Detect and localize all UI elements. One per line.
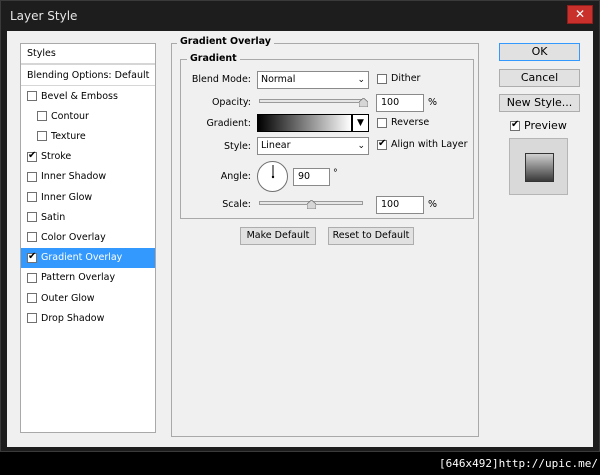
style-item-label: Drop Shadow [41, 312, 105, 324]
opacity-slider[interactable] [259, 99, 363, 103]
chevron-down-icon: ⌄ [357, 141, 365, 151]
style-item-checkbox[interactable] [27, 171, 37, 182]
close-button[interactable]: ✕ [567, 5, 593, 24]
style-item-drop-shadow[interactable]: Drop Shadow [21, 308, 155, 328]
style-item-pattern-overlay[interactable]: Pattern Overlay [21, 268, 155, 288]
ok-button[interactable]: OK [499, 43, 580, 61]
blend-mode-select[interactable]: Normal ⌄ [257, 71, 369, 89]
angle-indicator-icon [271, 165, 275, 179]
blend-mode-value: Normal [261, 74, 296, 85]
style-item-bevel-emboss[interactable]: Bevel & Emboss [21, 86, 155, 106]
dither-checkbox-box[interactable] [377, 73, 387, 84]
style-item-texture[interactable]: Texture [21, 126, 155, 146]
style-item-satin[interactable]: Satin [21, 207, 155, 227]
style-item-checkbox[interactable] [27, 293, 37, 303]
preview-label: Preview [524, 119, 567, 132]
style-item-inner-shadow[interactable]: Inner Shadow [21, 167, 155, 187]
new-style-button[interactable]: New Style... [499, 94, 580, 112]
style-item-label: Bevel & Emboss [41, 90, 118, 102]
gradient-swatch[interactable] [257, 114, 352, 132]
reset-to-default-button[interactable]: Reset to Default [328, 227, 414, 245]
style-item-label: Inner Glow [41, 191, 93, 203]
style-item-label: Contour [51, 110, 89, 122]
style-item-label: Pattern Overlay [41, 272, 116, 284]
style-item-label: Gradient Overlay [41, 252, 123, 264]
style-item-label: Texture [51, 130, 86, 142]
angle-input[interactable]: 90 [293, 168, 330, 186]
styles-header[interactable]: Styles [21, 44, 155, 64]
style-item-checkbox[interactable] [37, 111, 47, 122]
style-item-label: Color Overlay [41, 231, 106, 243]
style-item-checkbox[interactable] [27, 232, 37, 243]
style-value: Linear [261, 140, 291, 151]
style-select[interactable]: Linear ⌄ [257, 137, 369, 155]
style-item-checkbox[interactable] [27, 313, 37, 324]
scale-label: Scale: [222, 199, 251, 210]
style-item-color-overlay[interactable]: Color Overlay [21, 227, 155, 247]
style-item-checkbox[interactable] [27, 192, 37, 202]
scale-unit: % [428, 199, 438, 210]
watermark-text: [646x492]http://upic.me/ [439, 457, 598, 470]
gradient-subgroup-title: Gradient [187, 53, 240, 64]
align-with-layer-label: Align with Layer [391, 139, 468, 150]
reverse-checkbox[interactable]: Reverse [377, 117, 429, 128]
style-item-gradient-overlay[interactable]: Gradient Overlay [21, 247, 155, 268]
style-item-label: Stroke [41, 151, 72, 163]
footer-bar: [646x492]http://upic.me/ [0, 452, 600, 475]
style-item-contour[interactable]: Contour [21, 106, 155, 126]
preview-thumbnail [509, 138, 568, 195]
title-bar[interactable]: Layer Style ✕ [1, 1, 599, 31]
style-item-checkbox[interactable] [27, 91, 37, 101]
align-checkbox-box[interactable] [377, 138, 387, 150]
dither-label: Dither [391, 73, 421, 84]
make-default-button[interactable]: Make Default [240, 227, 316, 245]
blending-options[interactable]: Blending Options: Default [21, 65, 155, 85]
preview-swatch [525, 153, 554, 182]
styles-list: Styles Blending Options: Default Bevel &… [20, 43, 156, 433]
style-item-label: Inner Shadow [41, 171, 107, 183]
window-title: Layer Style [10, 9, 78, 23]
preview-checkbox-box[interactable] [510, 119, 520, 131]
preview-checkbox[interactable]: Preview [510, 119, 567, 132]
cancel-button[interactable]: Cancel [499, 69, 580, 87]
scale-slider-thumb[interactable] [306, 200, 316, 209]
style-item-inner-glow[interactable]: Inner Glow [21, 187, 155, 207]
angle-unit: ° [333, 168, 338, 179]
scale-input[interactable]: 100 [376, 196, 424, 214]
style-item-outer-glow[interactable]: Outer Glow [21, 288, 155, 308]
styles-header-label: Styles [27, 48, 56, 59]
caret-down-icon: ▼ [357, 118, 364, 128]
style-item-label: Satin [41, 211, 66, 223]
style-label: Style: [223, 141, 251, 152]
opacity-slider-thumb[interactable] [358, 98, 368, 107]
style-item-checkbox[interactable] [37, 131, 47, 142]
blending-options-label: Blending Options: Default [27, 69, 150, 81]
opacity-unit: % [428, 97, 438, 108]
blend-mode-label: Blend Mode: [191, 74, 251, 85]
dither-checkbox[interactable]: Dither [377, 73, 420, 84]
opacity-input[interactable]: 100 [376, 94, 424, 112]
gradient-label: Gradient: [206, 118, 251, 129]
opacity-label: Opacity: [211, 97, 251, 108]
align-with-layer-checkbox[interactable]: Align with Layer [377, 138, 468, 150]
gradient-picker-dropdown[interactable]: ▼ [352, 114, 369, 132]
reverse-label: Reverse [391, 117, 430, 128]
style-item-label: Outer Glow [41, 292, 95, 304]
reverse-checkbox-box[interactable] [377, 117, 387, 128]
angle-dial[interactable] [257, 161, 288, 192]
style-item-checkbox[interactable] [27, 251, 37, 263]
style-item-checkbox[interactable] [27, 272, 37, 283]
layer-style-window: Layer Style ✕ Styles Blending Options: D… [0, 0, 600, 452]
gradient-overlay-title: Gradient Overlay [177, 36, 274, 47]
chevron-down-icon: ⌄ [357, 75, 365, 85]
dialog-client: Styles Blending Options: Default Bevel &… [7, 31, 593, 447]
style-item-checkbox[interactable] [27, 150, 37, 162]
angle-label: Angle: [220, 171, 251, 182]
style-item-checkbox[interactable] [27, 212, 37, 223]
style-item-stroke[interactable]: Stroke [21, 147, 155, 167]
